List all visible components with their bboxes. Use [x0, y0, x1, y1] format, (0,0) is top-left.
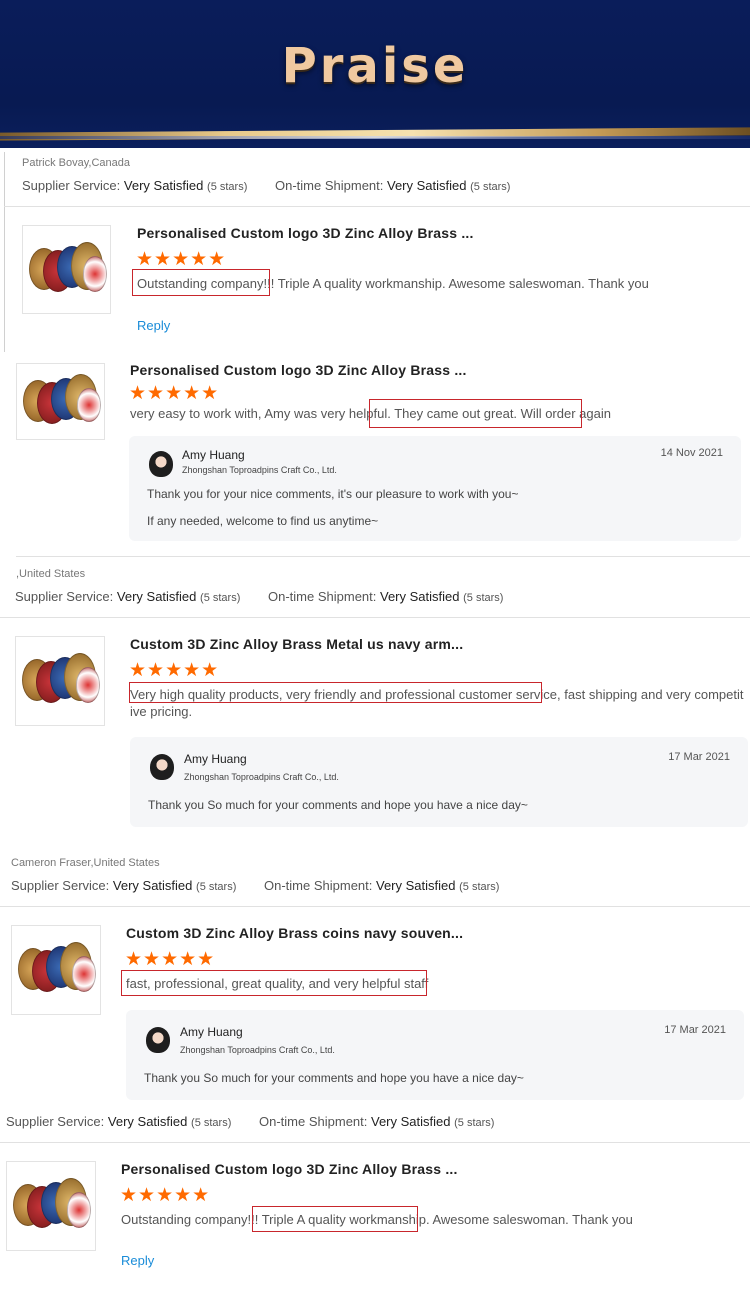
review-rest: fast shipping and very competit	[560, 687, 744, 702]
ontime-shipment-value: Very Satisfied	[371, 1114, 451, 1129]
reviewer-name: Patrick Bovay,Canada	[22, 157, 131, 169]
reply-link[interactable]: Reply	[121, 1253, 154, 1268]
product-title[interactable]: Custom 3D Zinc Alloy Brass Metal us navy…	[130, 636, 463, 652]
product-thumbnail[interactable]	[11, 925, 101, 1015]
divider	[0, 1142, 750, 1143]
star-rating-icon: ★★★★★	[120, 1185, 211, 1206]
reply-date: 17 Mar 2021	[664, 1024, 726, 1036]
ontime-shipment-rating: On-time Shipment: Very Satisfied (5 star…	[264, 878, 499, 893]
highlight-box	[369, 399, 582, 428]
praise-banner: Praise	[0, 0, 750, 148]
ontime-shipment-stars: (5 stars)	[470, 181, 511, 193]
ontime-shipment-rating: On-time Shipment: Very Satisfied (5 star…	[268, 589, 503, 604]
ontime-shipment-label: On-time Shipment:	[259, 1114, 368, 1129]
supplier-service-label: Supplier Service:	[11, 878, 110, 893]
supplier-service-value: Very Satisfied	[112, 878, 193, 893]
reviewer-name: Cameron Fraser,United States	[11, 857, 160, 869]
ontime-shipment-label: On-time Shipment:	[264, 878, 373, 893]
product-title[interactable]: Personalised Custom logo 3D Zinc Alloy B…	[137, 225, 474, 241]
product-title[interactable]: Personalised Custom logo 3D Zinc Alloy B…	[130, 362, 467, 378]
ontime-shipment-label: On-time Shipment:	[268, 589, 377, 604]
star-rating-icon: ★★★★★	[136, 249, 227, 270]
banner-silver-stripe	[0, 136, 750, 139]
supplier-service-value: Very Satisfied	[116, 589, 197, 604]
highlight-box	[132, 269, 270, 296]
reply-link[interactable]: Reply	[137, 318, 170, 333]
supplier-service-rating: Supplier Service: Very Satisfied (5 star…	[15, 589, 240, 604]
supplier-service-rating: Supplier Service: Very Satisfied (5 star…	[6, 1114, 231, 1129]
reply-text: Thank you So much for your comments and …	[144, 1071, 524, 1085]
supplier-service-value: Very Satisfied	[123, 178, 204, 193]
product-title[interactable]: Custom 3D Zinc Alloy Brass coins navy so…	[126, 925, 463, 941]
avatar	[149, 451, 173, 477]
review-rest: Triple A quality workmanship. Awesome sa…	[274, 276, 649, 291]
star-rating-icon: ★★★★★	[129, 660, 220, 681]
star-rating-icon: ★★★★★	[129, 383, 220, 404]
reply-company: Zhongshan Toproadpins Craft Co., Ltd.	[184, 772, 339, 782]
supplier-reply: Amy Huang Zhongshan Toproadpins Craft Co…	[126, 1010, 744, 1100]
reply-text: If any needed, welcome to find us anytim…	[147, 514, 379, 528]
ontime-shipment-value: Very Satisfied	[387, 178, 467, 193]
supplier-service-stars: (5 stars)	[200, 592, 241, 604]
highlight-box	[121, 970, 427, 996]
product-thumbnail[interactable]	[15, 636, 105, 726]
highlight-box	[129, 682, 542, 703]
product-title[interactable]: Personalised Custom logo 3D Zinc Alloy B…	[121, 1161, 458, 1177]
review-rest: Awesome saleswoman. Thank you	[429, 1212, 633, 1227]
star-rating-icon: ★★★★★	[125, 949, 216, 970]
reply-company: Zhongshan Toproadpins Craft Co., Ltd.	[180, 1045, 335, 1055]
product-thumbnail[interactable]	[16, 363, 105, 440]
divider-vertical	[4, 152, 5, 352]
supplier-reply: Amy Huang Zhongshan Toproadpins Craft Co…	[130, 737, 748, 827]
ontime-shipment-label: On-time Shipment:	[275, 178, 384, 193]
ontime-shipment-stars: (5 stars)	[463, 592, 504, 604]
supplier-service-stars: (5 stars)	[207, 181, 248, 193]
divider	[16, 556, 750, 557]
avatar	[150, 754, 174, 780]
divider	[0, 617, 750, 618]
product-thumbnail[interactable]	[6, 1161, 96, 1251]
review-rest: ive pricing.	[130, 704, 193, 719]
page-title: Praise	[281, 38, 469, 94]
reply-text: Thank you So much for your comments and …	[148, 798, 528, 812]
reply-author: Amy Huang	[182, 448, 245, 462]
supplier-service-rating: Supplier Service: Very Satisfied (5 star…	[22, 178, 247, 193]
review-plain: Outstanding company!!!	[121, 1212, 259, 1227]
reply-text: Thank you for your nice comments, it's o…	[147, 487, 519, 501]
reviewer-name: ,United States	[16, 568, 86, 580]
avatar	[146, 1027, 170, 1053]
ontime-shipment-value: Very Satisfied	[380, 589, 460, 604]
supplier-service-label: Supplier Service:	[15, 589, 114, 604]
reply-date: 17 Mar 2021	[668, 751, 730, 763]
supplier-reply: Amy Huang Zhongshan Toproadpins Craft Co…	[129, 436, 741, 541]
ontime-shipment-stars: (5 stars)	[459, 881, 500, 893]
divider	[0, 906, 750, 907]
ontime-shipment-value: Very Satisfied	[376, 878, 456, 893]
reply-date: 14 Nov 2021	[660, 447, 723, 459]
divider	[4, 206, 750, 207]
ontime-shipment-rating: On-time Shipment: Very Satisfied (5 star…	[259, 1114, 494, 1129]
supplier-service-label: Supplier Service:	[6, 1114, 105, 1129]
product-thumbnail[interactable]	[22, 225, 111, 314]
supplier-service-rating: Supplier Service: Very Satisfied (5 star…	[11, 878, 236, 893]
supplier-service-value: Very Satisfied	[107, 1114, 188, 1129]
ontime-shipment-rating: On-time Shipment: Very Satisfied (5 star…	[275, 178, 510, 193]
reply-author: Amy Huang	[180, 1025, 243, 1039]
supplier-service-stars: (5 stars)	[191, 1117, 232, 1129]
supplier-service-stars: (5 stars)	[196, 881, 237, 893]
supplier-service-label: Supplier Service:	[22, 178, 121, 193]
review-plain: very easy to work with, Amy was very hel…	[130, 406, 391, 421]
highlight-box	[252, 1206, 418, 1232]
ontime-shipment-stars: (5 stars)	[454, 1117, 495, 1129]
reply-company: Zhongshan Toproadpins Craft Co., Ltd.	[182, 465, 337, 475]
reply-author: Amy Huang	[184, 752, 247, 766]
